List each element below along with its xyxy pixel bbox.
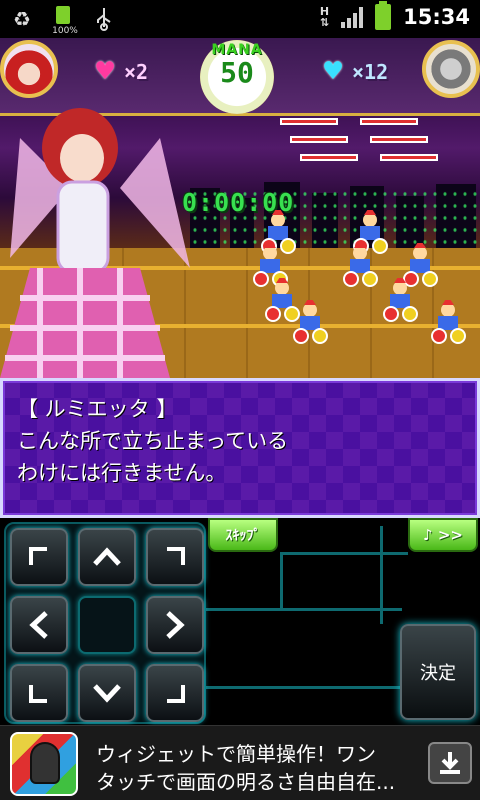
pink-heart-icon: ♥ bbox=[95, 54, 115, 89]
dialog-line: こんな所で立ち止まっている bbox=[17, 429, 289, 453]
ad-text-line2[interactable]: タッチで画面の明るさ自由自在... bbox=[96, 766, 395, 795]
enemy-portrait bbox=[422, 40, 480, 98]
game-screen: ♻ 100% H ⇅ 15:34 ♥ ×2 MANA 50 ♥ ×12 0:00… bbox=[0, 0, 480, 800]
dpad-down-left-button[interactable] bbox=[10, 664, 68, 722]
chevron-left-icon bbox=[29, 611, 48, 639]
corner-up-left-icon bbox=[29, 547, 47, 565]
dpad-up-right-button[interactable] bbox=[146, 528, 204, 586]
mana-value: 50 bbox=[220, 56, 254, 89]
chevron-down-icon bbox=[93, 684, 121, 703]
status-bar: ♻ 100% H ⇅ 15:34 bbox=[0, 0, 480, 38]
dpad-center[interactable] bbox=[78, 596, 136, 654]
ad-banner[interactable]: ウィジェットで簡単操作！ワン タッチで画面の明るさ自由自在... bbox=[0, 725, 480, 800]
player-lives: ♥ ×2 bbox=[90, 54, 149, 89]
chevron-right-icon bbox=[166, 611, 185, 639]
enemy-hp-bar bbox=[360, 118, 418, 125]
corner-up-right-icon bbox=[167, 547, 185, 565]
dpad-down-right-button[interactable] bbox=[146, 664, 204, 722]
mana-gauge: MANA 50 bbox=[200, 40, 274, 114]
battle-scene[interactable]: ♥ ×2 MANA 50 ♥ ×12 0:00:00 bbox=[0, 38, 480, 378]
corner-down-right-icon bbox=[167, 685, 185, 703]
player-lives-count: ×2 bbox=[124, 60, 149, 84]
dialog-box[interactable]: 【 ルミエッタ 】 こんな所で立ち止まっている わけには行きません。 bbox=[0, 378, 480, 518]
decide-button[interactable]: 決定 bbox=[400, 624, 476, 720]
dpad-up-left-button[interactable] bbox=[10, 528, 68, 586]
control-panel: ｽｷｯﾌﾟ ♪ >> 決定 bbox=[0, 518, 480, 725]
dialog-line: わけには行きません。 bbox=[17, 461, 227, 485]
enemy-hp-bars bbox=[280, 118, 460, 178]
skip-button[interactable]: ｽｷｯﾌﾟ bbox=[208, 518, 278, 552]
enemy-hp-bar bbox=[380, 154, 438, 161]
enemy-hp-bar bbox=[290, 136, 348, 143]
chevron-up-icon bbox=[93, 547, 121, 566]
download-icon[interactable] bbox=[428, 742, 472, 784]
lightbulb-app-icon[interactable] bbox=[10, 732, 78, 796]
signal-icon bbox=[341, 6, 364, 28]
dpad-down-button[interactable] bbox=[78, 664, 136, 722]
dpad-right-button[interactable] bbox=[146, 596, 204, 654]
battery-percent: 100% bbox=[52, 26, 78, 36]
enemy-hp-bar bbox=[280, 118, 338, 125]
recycle-icon: ♻ bbox=[13, 7, 31, 31]
usb-icon bbox=[90, 5, 118, 33]
music-fast-forward-button[interactable]: ♪ >> bbox=[408, 518, 478, 552]
corner-down-left-icon bbox=[29, 685, 47, 703]
enemy-hp-bar bbox=[370, 136, 428, 143]
heroine-sprite bbox=[0, 108, 190, 378]
enemy-clown bbox=[343, 243, 378, 287]
player-portrait bbox=[0, 40, 58, 98]
battery-icon bbox=[375, 1, 392, 30]
speaker-name: 【 ルミエッタ 】 bbox=[17, 397, 178, 421]
enemy-clown bbox=[431, 300, 466, 344]
clock: 15:34 bbox=[403, 5, 470, 29]
dpad-left-button[interactable] bbox=[10, 596, 68, 654]
enemy-hp-bar bbox=[300, 154, 358, 161]
cyan-heart-icon: ♥ bbox=[323, 54, 343, 89]
enemy-lives: ♥ ×12 bbox=[318, 54, 389, 89]
enemy-clown bbox=[293, 300, 328, 344]
h-data-icon: H ⇅ bbox=[319, 5, 330, 29]
enemy-clown bbox=[383, 278, 418, 322]
dpad-up-button[interactable] bbox=[78, 528, 136, 586]
dpad bbox=[4, 522, 206, 724]
ad-text-line1[interactable]: ウィジェットで簡単操作！ワン bbox=[96, 738, 376, 767]
battery-full-icon: 100% bbox=[50, 4, 78, 36]
enemy-lives-count: ×12 bbox=[352, 60, 389, 84]
